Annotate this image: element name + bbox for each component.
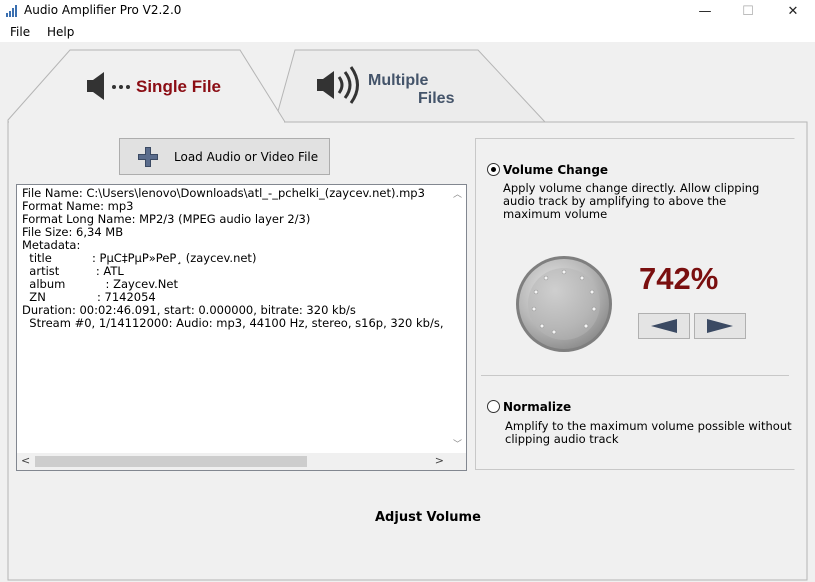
app-icon <box>6 5 17 17</box>
scroll-up-icon[interactable]: ︿ <box>453 187 462 200</box>
title-bar: Audio Amplifier Pro V2.2.0 — ☐ ✕ <box>0 0 815 22</box>
normalize-desc-line: clipping audio track <box>505 432 619 446</box>
volume-change-title[interactable]: Volume Change <box>503 163 608 177</box>
vertical-scrollbar[interactable]: ︿ ﹀ <box>449 185 466 455</box>
load-file-label: Load Audio or Video File <box>174 150 319 164</box>
scroll-down-icon[interactable]: ﹀ <box>453 437 462 450</box>
volume-change-radio[interactable] <box>487 163 500 176</box>
minimize-icon: — <box>698 3 712 19</box>
increase-volume-button[interactable] <box>694 313 746 339</box>
scroll-right-icon[interactable]: > <box>435 454 444 467</box>
volume-change-desc-line: maximum volume <box>503 207 608 221</box>
adjust-volume-label[interactable]: Adjust Volume <box>375 510 481 525</box>
file-info-line: File Size: 6,34 MB <box>22 225 124 239</box>
tab-multiple-label-line2[interactable]: Files <box>418 90 454 108</box>
normalize-description: Amplify to the maximum volume possible w… <box>505 420 792 446</box>
file-info-line: Stream #0, 1/14112000: Audio: mp3, 44100… <box>22 316 444 330</box>
menu-file[interactable]: File <box>10 25 30 39</box>
file-info-textbox[interactable]: File Name: C:\Users\lenovo\Downloads\atl… <box>16 184 467 471</box>
plus-icon <box>138 147 158 167</box>
volume-percent: 742% <box>639 261 719 296</box>
window-title: Audio Amplifier Pro V2.2.0 <box>24 3 182 17</box>
maximize-icon: ☐ <box>742 3 754 19</box>
volume-change-description: Apply volume change directly. Allow clip… <box>503 182 759 221</box>
maximize-button[interactable]: ☐ <box>725 0 771 22</box>
close-icon: ✕ <box>787 3 799 19</box>
normalize-title[interactable]: Normalize <box>503 400 571 414</box>
scroll-left-icon[interactable]: < <box>21 454 30 467</box>
normalize-radio[interactable] <box>487 400 500 413</box>
tab-multiple-label-line1[interactable]: Multiple <box>368 72 428 90</box>
close-button[interactable]: ✕ <box>770 0 815 22</box>
options-divider <box>481 375 789 376</box>
menu-bar: File Help <box>0 22 815 42</box>
decrease-volume-button[interactable] <box>638 313 690 339</box>
load-file-button[interactable]: Load Audio or Video File <box>119 138 330 175</box>
minimize-button[interactable]: — <box>682 0 728 22</box>
arrow-left-icon <box>651 319 677 333</box>
horizontal-scrollbar[interactable]: < > <box>17 453 466 470</box>
volume-knob[interactable] <box>514 254 614 354</box>
file-info-text: File Name: C:\Users\lenovo\Downloads\atl… <box>22 187 443 330</box>
tab-single-label[interactable]: Single File <box>136 77 221 97</box>
arrow-right-icon <box>707 319 733 333</box>
horizontal-scroll-thumb[interactable] <box>35 456 307 467</box>
menu-help[interactable]: Help <box>47 25 74 39</box>
